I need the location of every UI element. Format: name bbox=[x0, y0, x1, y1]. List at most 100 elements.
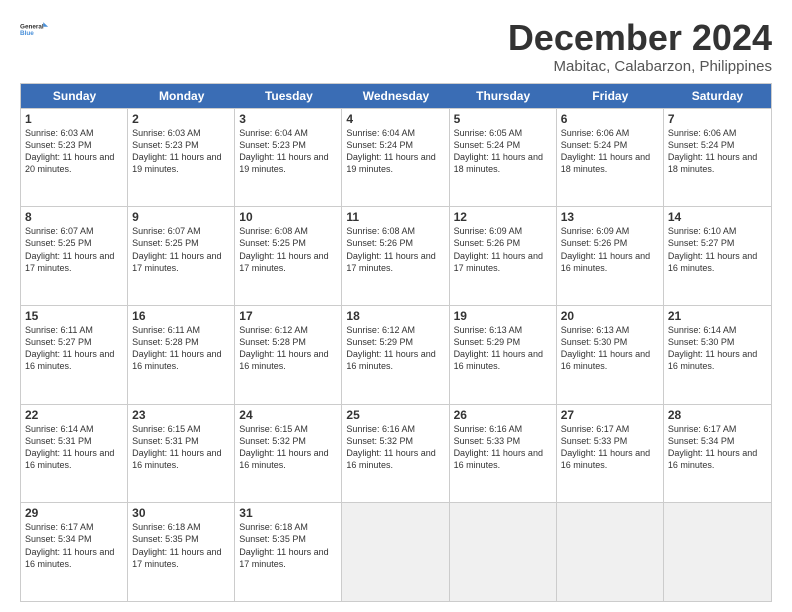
header-tuesday: Tuesday bbox=[235, 84, 342, 108]
calendar-cell: 24Sunrise: 6:15 AM Sunset: 5:32 PM Dayli… bbox=[235, 405, 342, 503]
day-number: 2 bbox=[132, 112, 230, 126]
day-number: 16 bbox=[132, 309, 230, 323]
cell-info: Sunrise: 6:09 AM Sunset: 5:26 PM Dayligh… bbox=[454, 225, 552, 274]
day-number: 24 bbox=[239, 408, 337, 422]
day-number: 13 bbox=[561, 210, 659, 224]
calendar-cell: 20Sunrise: 6:13 AM Sunset: 5:30 PM Dayli… bbox=[557, 306, 664, 404]
day-number: 31 bbox=[239, 506, 337, 520]
cell-info: Sunrise: 6:13 AM Sunset: 5:29 PM Dayligh… bbox=[454, 324, 552, 373]
day-number: 27 bbox=[561, 408, 659, 422]
subtitle: Mabitac, Calabarzon, Philippines bbox=[508, 58, 772, 75]
header-wednesday: Wednesday bbox=[342, 84, 449, 108]
day-number: 22 bbox=[25, 408, 123, 422]
calendar-cell: 3Sunrise: 6:04 AM Sunset: 5:23 PM Daylig… bbox=[235, 109, 342, 207]
calendar-cell: 22Sunrise: 6:14 AM Sunset: 5:31 PM Dayli… bbox=[21, 405, 128, 503]
header: GeneralBlue December 2024 Mabitac, Calab… bbox=[20, 18, 772, 75]
day-number: 21 bbox=[668, 309, 767, 323]
calendar-cell: 6Sunrise: 6:06 AM Sunset: 5:24 PM Daylig… bbox=[557, 109, 664, 207]
calendar-row-4: 22Sunrise: 6:14 AM Sunset: 5:31 PM Dayli… bbox=[21, 404, 771, 503]
day-number: 18 bbox=[346, 309, 444, 323]
cell-info: Sunrise: 6:06 AM Sunset: 5:24 PM Dayligh… bbox=[668, 127, 767, 176]
calendar-header: Sunday Monday Tuesday Wednesday Thursday… bbox=[21, 84, 771, 108]
calendar-cell bbox=[450, 503, 557, 601]
cell-info: Sunrise: 6:04 AM Sunset: 5:24 PM Dayligh… bbox=[346, 127, 444, 176]
calendar-cell: 21Sunrise: 6:14 AM Sunset: 5:30 PM Dayli… bbox=[664, 306, 771, 404]
calendar-cell: 15Sunrise: 6:11 AM Sunset: 5:27 PM Dayli… bbox=[21, 306, 128, 404]
calendar: Sunday Monday Tuesday Wednesday Thursday… bbox=[20, 83, 772, 602]
cell-info: Sunrise: 6:16 AM Sunset: 5:33 PM Dayligh… bbox=[454, 423, 552, 472]
calendar-cell: 19Sunrise: 6:13 AM Sunset: 5:29 PM Dayli… bbox=[450, 306, 557, 404]
page: GeneralBlue December 2024 Mabitac, Calab… bbox=[0, 0, 792, 612]
day-number: 7 bbox=[668, 112, 767, 126]
day-number: 1 bbox=[25, 112, 123, 126]
calendar-cell: 13Sunrise: 6:09 AM Sunset: 5:26 PM Dayli… bbox=[557, 207, 664, 305]
cell-info: Sunrise: 6:04 AM Sunset: 5:23 PM Dayligh… bbox=[239, 127, 337, 176]
header-friday: Friday bbox=[557, 84, 664, 108]
calendar-cell: 31Sunrise: 6:18 AM Sunset: 5:35 PM Dayli… bbox=[235, 503, 342, 601]
main-title: December 2024 bbox=[508, 18, 772, 58]
header-sunday: Sunday bbox=[21, 84, 128, 108]
cell-info: Sunrise: 6:16 AM Sunset: 5:32 PM Dayligh… bbox=[346, 423, 444, 472]
cell-info: Sunrise: 6:08 AM Sunset: 5:26 PM Dayligh… bbox=[346, 225, 444, 274]
calendar-row-3: 15Sunrise: 6:11 AM Sunset: 5:27 PM Dayli… bbox=[21, 305, 771, 404]
day-number: 20 bbox=[561, 309, 659, 323]
calendar-cell: 16Sunrise: 6:11 AM Sunset: 5:28 PM Dayli… bbox=[128, 306, 235, 404]
calendar-cell: 2Sunrise: 6:03 AM Sunset: 5:23 PM Daylig… bbox=[128, 109, 235, 207]
calendar-cell bbox=[557, 503, 664, 601]
cell-info: Sunrise: 6:11 AM Sunset: 5:28 PM Dayligh… bbox=[132, 324, 230, 373]
day-number: 10 bbox=[239, 210, 337, 224]
cell-info: Sunrise: 6:13 AM Sunset: 5:30 PM Dayligh… bbox=[561, 324, 659, 373]
title-block: December 2024 Mabitac, Calabarzon, Phili… bbox=[508, 18, 772, 75]
logo: GeneralBlue bbox=[20, 18, 50, 40]
cell-info: Sunrise: 6:18 AM Sunset: 5:35 PM Dayligh… bbox=[239, 521, 337, 570]
day-number: 26 bbox=[454, 408, 552, 422]
cell-info: Sunrise: 6:08 AM Sunset: 5:25 PM Dayligh… bbox=[239, 225, 337, 274]
cell-info: Sunrise: 6:10 AM Sunset: 5:27 PM Dayligh… bbox=[668, 225, 767, 274]
cell-info: Sunrise: 6:09 AM Sunset: 5:26 PM Dayligh… bbox=[561, 225, 659, 274]
cell-info: Sunrise: 6:15 AM Sunset: 5:31 PM Dayligh… bbox=[132, 423, 230, 472]
calendar-cell: 12Sunrise: 6:09 AM Sunset: 5:26 PM Dayli… bbox=[450, 207, 557, 305]
day-number: 28 bbox=[668, 408, 767, 422]
calendar-cell: 17Sunrise: 6:12 AM Sunset: 5:28 PM Dayli… bbox=[235, 306, 342, 404]
calendar-cell: 1Sunrise: 6:03 AM Sunset: 5:23 PM Daylig… bbox=[21, 109, 128, 207]
cell-info: Sunrise: 6:05 AM Sunset: 5:24 PM Dayligh… bbox=[454, 127, 552, 176]
calendar-row-2: 8 Sunrise: 6:07 AM Sunset: 5:25 PM Daylig… bbox=[21, 206, 771, 305]
cell-info: Sunrise: 6:18 AM Sunset: 5:35 PM Dayligh… bbox=[132, 521, 230, 570]
calendar-cell: 11Sunrise: 6:08 AM Sunset: 5:26 PM Dayli… bbox=[342, 207, 449, 305]
svg-text:General: General bbox=[20, 23, 44, 30]
cell-info: Sunrise: 6:07 AM Sunset: 5:25 PM Dayligh… bbox=[132, 225, 230, 274]
header-saturday: Saturday bbox=[664, 84, 771, 108]
cell-info: Sunrise: 6:11 AM Sunset: 5:27 PM Dayligh… bbox=[25, 324, 123, 373]
calendar-cell: 30Sunrise: 6:18 AM Sunset: 5:35 PM Dayli… bbox=[128, 503, 235, 601]
cell-info: Sunrise: 6:14 AM Sunset: 5:30 PM Dayligh… bbox=[668, 324, 767, 373]
day-number: 11 bbox=[346, 210, 444, 224]
logo-icon: GeneralBlue bbox=[20, 18, 50, 40]
cell-info: Sunrise: 6:03 AM Sunset: 5:23 PM Dayligh… bbox=[132, 127, 230, 176]
day-number: 30 bbox=[132, 506, 230, 520]
calendar-cell: 26Sunrise: 6:16 AM Sunset: 5:33 PM Dayli… bbox=[450, 405, 557, 503]
calendar-cell: 8Sunrise: 6:07 AM Sunset: 5:25 PM Daylig… bbox=[21, 207, 128, 305]
day-number: 19 bbox=[454, 309, 552, 323]
calendar-cell: 18Sunrise: 6:12 AM Sunset: 5:29 PM Dayli… bbox=[342, 306, 449, 404]
day-number: 17 bbox=[239, 309, 337, 323]
calendar-row-1: 1 Sunrise: 6:03 AM Sunset: 5:23 PM Daylig… bbox=[21, 108, 771, 207]
cell-info: Sunrise: 6:17 AM Sunset: 5:34 PM Dayligh… bbox=[25, 521, 123, 570]
day-number: 29 bbox=[25, 506, 123, 520]
calendar-cell: 14Sunrise: 6:10 AM Sunset: 5:27 PM Dayli… bbox=[664, 207, 771, 305]
calendar-cell: 28Sunrise: 6:17 AM Sunset: 5:34 PM Dayli… bbox=[664, 405, 771, 503]
day-number: 3 bbox=[239, 112, 337, 126]
day-number: 6 bbox=[561, 112, 659, 126]
day-number: 8 bbox=[25, 210, 123, 224]
calendar-cell: 29Sunrise: 6:17 AM Sunset: 5:34 PM Dayli… bbox=[21, 503, 128, 601]
cell-info: Sunrise: 6:12 AM Sunset: 5:28 PM Dayligh… bbox=[239, 324, 337, 373]
svg-text:Blue: Blue bbox=[20, 30, 34, 37]
day-number: 4 bbox=[346, 112, 444, 126]
day-number: 15 bbox=[25, 309, 123, 323]
header-monday: Monday bbox=[128, 84, 235, 108]
calendar-cell: 4Sunrise: 6:04 AM Sunset: 5:24 PM Daylig… bbox=[342, 109, 449, 207]
day-number: 9 bbox=[132, 210, 230, 224]
calendar-cell: 27Sunrise: 6:17 AM Sunset: 5:33 PM Dayli… bbox=[557, 405, 664, 503]
calendar-body: 1 Sunrise: 6:03 AM Sunset: 5:23 PM Daylig… bbox=[21, 108, 771, 601]
cell-info: Sunrise: 6:06 AM Sunset: 5:24 PM Dayligh… bbox=[561, 127, 659, 176]
day-number: 25 bbox=[346, 408, 444, 422]
